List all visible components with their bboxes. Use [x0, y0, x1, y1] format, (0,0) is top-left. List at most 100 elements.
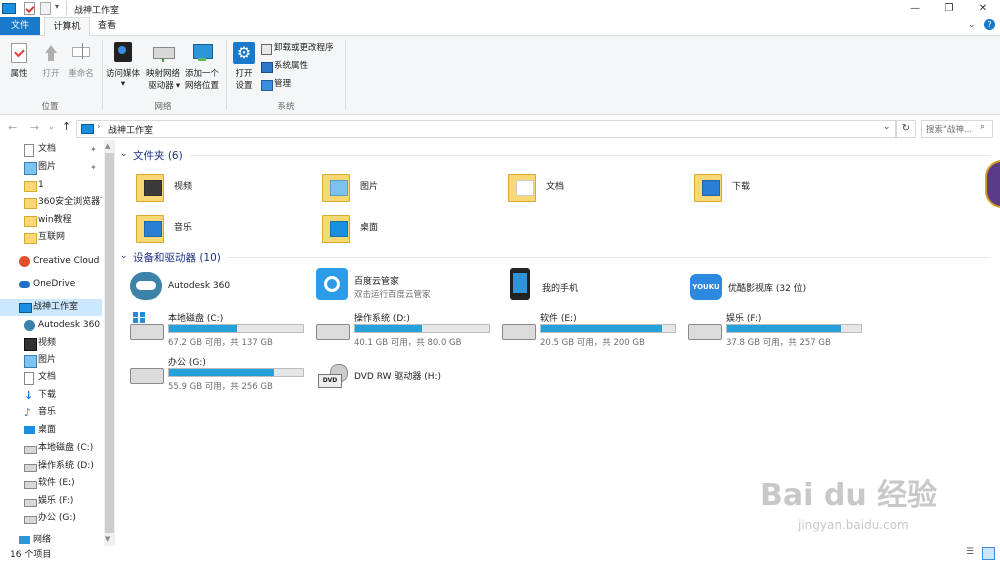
details-view-icon[interactable]: ☰ — [966, 547, 974, 557]
back-icon[interactable]: ← — [8, 121, 17, 134]
sidebar-item-label: 下载 — [38, 390, 57, 400]
drive-free-space: 55.9 GB 可用，共 256 GB — [168, 382, 273, 392]
customize-quick-icon[interactable]: ▾ — [55, 2, 59, 11]
tab-file[interactable]: 文件 — [0, 17, 40, 35]
help-icon[interactable]: ? — [984, 19, 995, 30]
floating-assistant-icon[interactable] — [985, 160, 1000, 208]
open-button[interactable]: 打开 — [38, 41, 64, 89]
address-dropdown-icon[interactable]: ⌄ — [883, 122, 891, 132]
sidebar-item-creative-cloud[interactable]: Creative Cloud Files — [0, 253, 102, 270]
folder-music[interactable]: 音乐 — [136, 211, 286, 247]
sidebar-item-pictures[interactable]: 图片 ✦ — [0, 159, 102, 176]
manage-button[interactable]: 管理 — [261, 79, 345, 92]
close-button[interactable]: ✕ — [966, 0, 1000, 17]
sidebar-item-this-pc[interactable]: 战神工作室 — [0, 299, 102, 316]
system-properties-icon — [261, 62, 273, 73]
sidebar-item-drive-c[interactable]: 本地磁盘 (C:) — [0, 440, 102, 457]
breadcrumb-chevron-icon[interactable]: › — [97, 122, 101, 132]
new-folder-quick-icon[interactable] — [40, 2, 51, 15]
uninstall-program-button[interactable]: 卸载或更改程序 — [261, 43, 345, 56]
doc-icon — [24, 372, 34, 385]
large-icons-view-icon[interactable] — [982, 547, 995, 560]
sidebar-scrollbar-thumb[interactable] — [105, 153, 114, 533]
folder-documents[interactable]: 文档 — [508, 170, 658, 206]
baidu-cloud-sub: 双击运行百度云管家 — [354, 290, 431, 300]
properties-quick-icon[interactable] — [24, 2, 35, 15]
sidebar-item-label: 360安全浏览器下载 — [38, 197, 102, 207]
drive-c-item[interactable]: 本地磁盘 (C:) 67.2 GB 可用，共 137 GB — [130, 310, 310, 350]
autodesk-360-item[interactable]: Autodesk 360 — [130, 270, 300, 304]
breadcrumb-current[interactable]: 战神工作室 — [108, 123, 153, 136]
hard-drive-icon — [502, 324, 536, 340]
sidebar-item-label: 视频 — [38, 338, 57, 348]
address-bar[interactable]: › 战神工作室 ⌄ — [76, 120, 896, 138]
devices-collapse-icon[interactable]: ⌄ — [120, 251, 128, 261]
access-media-button[interactable]: 访问媒体 ▾ — [104, 41, 142, 89]
sidebar-item-onedrive[interactable]: OneDrive — [0, 276, 102, 293]
sidebar-item-music[interactable]: ♪ 音乐 — [0, 404, 102, 421]
sidebar-item-internet[interactable]: 互联网 — [0, 229, 102, 246]
properties-icon — [11, 43, 27, 63]
scroll-down-icon[interactable]: ▼ — [105, 535, 110, 543]
network-icon — [19, 536, 30, 544]
minimize-button[interactable]: — — [898, 0, 932, 17]
sidebar-item-desktop[interactable]: 桌面 — [0, 422, 102, 439]
tab-view[interactable]: 查看 — [92, 17, 122, 35]
search-icon[interactable]: ⌕ — [980, 122, 985, 132]
hard-drive-icon — [130, 368, 164, 384]
rename-button[interactable]: 重命名 — [66, 41, 96, 89]
phone-icon — [510, 268, 530, 300]
folder-desktop[interactable]: 桌面 — [322, 211, 472, 247]
sidebar-item-pictures-pc[interactable]: 图片 — [0, 352, 102, 369]
drive-e-item[interactable]: 软件 (E:) 20.5 GB 可用，共 200 GB — [502, 310, 682, 350]
youku-item[interactable]: YOUKU 优酷影视库 (32 位) — [690, 270, 860, 304]
refresh-button[interactable]: ↻ — [896, 120, 916, 138]
folders-section-title[interactable]: 文件夹 (6) — [133, 148, 183, 163]
system-properties-button[interactable]: 系统属性 — [261, 61, 345, 74]
properties-button[interactable]: 属性 — [6, 41, 32, 89]
map-drive-button[interactable]: 映射网络 驱动器 ▾ — [144, 41, 182, 95]
sidebar-item-win-tutorials[interactable]: win教程 — [0, 212, 102, 229]
drive-usage-bar — [354, 324, 490, 333]
folder-downloads[interactable]: 下载 — [694, 170, 844, 206]
devices-section-title[interactable]: 设备和驱动器 (10) — [133, 250, 221, 265]
pin-icon[interactable]: ✦ — [90, 159, 97, 176]
collapse-ribbon-icon[interactable]: ⌄ — [968, 20, 976, 30]
drive-f-item[interactable]: 娱乐 (F:) 37.8 GB 可用，共 257 GB — [688, 310, 868, 350]
dvd-drive-item[interactable]: DVD DVD RW 驱动器 (H:) — [316, 360, 496, 390]
baidu-cloud-icon — [316, 268, 348, 300]
sidebar-item-drive-e[interactable]: 软件 (E:) — [0, 475, 102, 492]
sidebar-item-documents-pc[interactable]: 文档 — [0, 369, 102, 386]
sidebar-item-downloads[interactable]: ↓ 下载 — [0, 387, 102, 404]
sidebar-item-documents[interactable]: 文档 ✦ — [0, 141, 102, 158]
folder-pictures[interactable]: 图片 — [322, 170, 472, 206]
sidebar-item-drive-f[interactable]: 娱乐 (F:) — [0, 493, 102, 510]
sidebar-item-autodesk-360[interactable]: Autodesk 360 — [0, 317, 102, 334]
restore-button[interactable]: ❐ — [932, 0, 966, 17]
recent-locations-icon[interactable]: ⌄ — [48, 122, 55, 131]
folder-videos[interactable]: 视频 — [136, 170, 286, 206]
up-icon[interactable]: ↑ — [62, 120, 71, 133]
folders-collapse-icon[interactable]: ⌄ — [120, 149, 128, 159]
music-folder-icon — [136, 211, 166, 243]
sidebar-item-folder-1[interactable]: 1 — [0, 177, 102, 194]
drive-g-item[interactable]: 办公 (G:) 55.9 GB 可用，共 256 GB — [130, 354, 310, 394]
sidebar-item-360-browser-downloads[interactable]: 360安全浏览器下载 — [0, 194, 102, 211]
scroll-up-icon[interactable]: ▲ — [105, 142, 110, 150]
tab-computer[interactable]: 计算机 — [44, 17, 90, 36]
sidebar-item-drive-d[interactable]: 操作系统 (D:) — [0, 458, 102, 475]
pin-icon[interactable]: ✦ — [90, 141, 97, 158]
pc-icon — [19, 303, 32, 313]
search-input[interactable]: 搜索"战神... ⌕ — [921, 120, 993, 138]
sidebar-item-videos[interactable]: 视频 — [0, 335, 102, 352]
music-icon: ♪ — [24, 406, 32, 419]
sidebar-item-drive-g[interactable]: 办公 (G:) — [0, 510, 102, 527]
open-settings-button[interactable]: ⚙ 打开 设置 — [230, 41, 258, 95]
add-network-location-button[interactable]: 添加一个 网络位置 — [182, 41, 222, 95]
computer-icon — [81, 124, 94, 134]
ribbon-tabs: 文件 计算机 查看 ⌄ ? — [0, 17, 1000, 36]
drive-d-item[interactable]: 操作系统 (D:) 40.1 GB 可用，共 80.0 GB — [316, 310, 496, 350]
my-phone-item[interactable]: 我的手机 — [504, 268, 674, 304]
baidu-cloud-item[interactable]: 百度云管家 双击运行百度云管家 — [316, 268, 486, 304]
forward-icon[interactable]: → — [30, 121, 39, 134]
